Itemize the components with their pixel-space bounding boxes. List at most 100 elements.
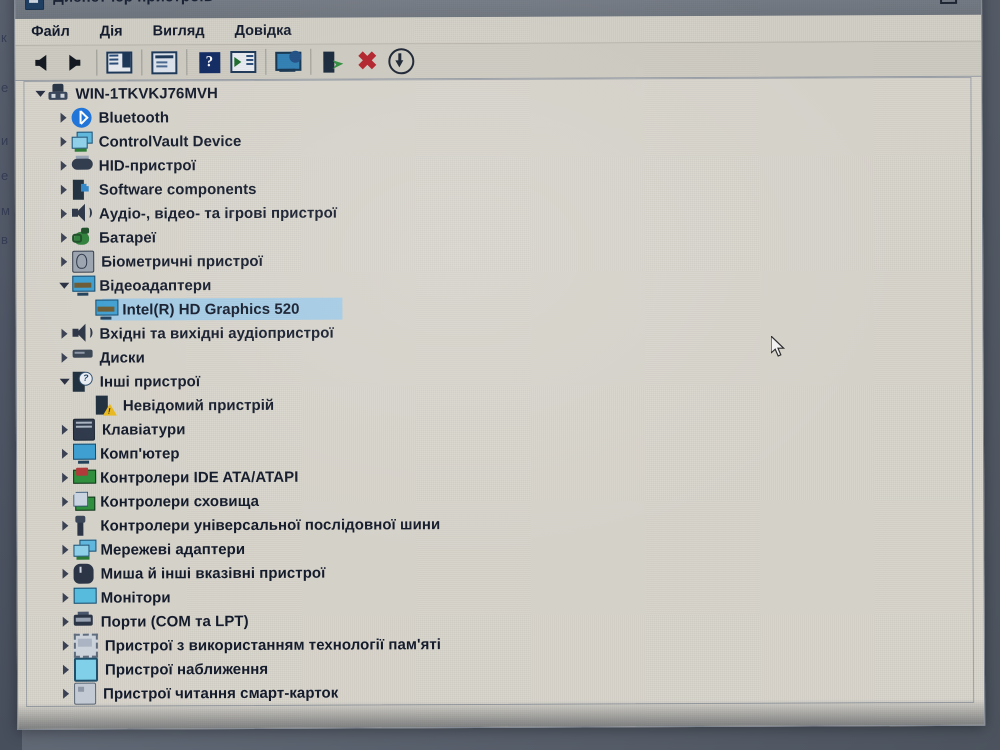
expand-arrow-icon[interactable] [56, 322, 72, 346]
expand-arrow-icon[interactable] [58, 610, 74, 634]
tree-item-label: Bluetooth [98, 108, 170, 127]
expand-arrow-icon[interactable] [56, 226, 72, 250]
toolbar: ? ✖ [15, 41, 982, 81]
warning-device-icon [95, 395, 117, 416]
tree-item-label: Контролери IDE ATA/ATAPI [100, 468, 299, 487]
expand-arrow-icon[interactable] [56, 154, 72, 178]
desktop-edge-letter: и [1, 133, 9, 148]
tree-item-label: Комп'ютер [100, 444, 180, 463]
expand-arrow-icon[interactable] [57, 346, 73, 370]
tree-item[interactable]: Пристрої читання смарт-карток [27, 678, 973, 706]
memory-technology-icon [73, 633, 98, 658]
tree-item-label: Вхідні та вихідні аудіопристрої [99, 324, 334, 343]
window-title: Диспетчер пристроїв [53, 0, 213, 5]
forward-button[interactable] [57, 48, 91, 78]
expand-arrow-icon[interactable] [57, 538, 73, 562]
expand-arrow-icon[interactable] [56, 130, 72, 154]
scan-monitor-icon [275, 50, 302, 72]
desktop-edge-letter: к [1, 30, 7, 45]
maximize-button[interactable] [921, 0, 975, 15]
desktop-edge-letter: е [1, 168, 9, 183]
tree-item-label: WIN-1TKVKJ76MVH [75, 84, 218, 103]
port-icon [73, 611, 94, 632]
expand-arrow-icon[interactable] [58, 658, 74, 682]
help-button[interactable]: ? [192, 47, 226, 77]
collapse-arrow-icon[interactable] [32, 82, 48, 106]
show-hide-console-tree-button[interactable] [102, 47, 136, 77]
expand-arrow-icon[interactable] [57, 442, 73, 466]
speaker-icon [71, 203, 93, 224]
mouse-icon [73, 563, 94, 584]
collapse-arrow-icon[interactable] [56, 274, 72, 298]
tree-item-label: HID-пристрої [98, 156, 196, 175]
collapse-arrow-icon[interactable] [57, 370, 73, 394]
back-arrow-icon [34, 54, 46, 71]
expand-arrow-icon[interactable] [57, 490, 73, 514]
properties-button[interactable] [147, 47, 181, 77]
tree-item-label: Миша й інші вказівні пристрої [100, 564, 326, 583]
monitor-icon [73, 587, 97, 608]
expand-arrow-icon[interactable] [56, 202, 72, 226]
computer-monitor-icon [72, 443, 97, 464]
bluetooth-icon [71, 107, 92, 128]
usb-icon [73, 515, 93, 536]
console-tree-icon [106, 51, 133, 74]
tree-item-label: Мережеві адаптери [100, 540, 246, 559]
expand-arrow-icon[interactable] [57, 514, 73, 538]
menu-help[interactable]: Довідка [235, 23, 292, 39]
tree-item-label: Пристрої наближення [104, 660, 269, 679]
update-driver-button[interactable] [226, 47, 260, 77]
menu-view[interactable]: Вигляд [153, 23, 205, 39]
expand-arrow-icon[interactable] [56, 106, 72, 130]
expand-arrow-icon[interactable] [57, 418, 73, 442]
tree-item-label: Контролери сховища [100, 492, 259, 511]
menu-bar: Файл Дія Вигляд Довідка [15, 14, 982, 46]
play-window-icon [230, 50, 257, 74]
tree-item-label: Порти (COM та LPT) [100, 612, 249, 631]
expand-arrow-icon[interactable] [58, 634, 74, 658]
display-adapter-icon [95, 299, 119, 320]
expand-arrow-icon[interactable] [58, 682, 74, 706]
tree-item-label: Аудіо-, відео- та ігрові пристрої [98, 204, 338, 223]
toolbar-separator [186, 49, 188, 76]
proximity-device-icon [73, 657, 99, 682]
question-mark-icon: ? [198, 51, 220, 73]
device-tree[interactable]: WIN-1TKVKJ76MVH Bluetooth ControlVault Dev… [23, 76, 975, 707]
expand-arrow-icon[interactable] [58, 562, 74, 586]
tree-item-label: Біометричні пристрої [101, 252, 263, 271]
tree-item-label: Батареї [99, 228, 157, 247]
tree-item-label: Клавіатури [101, 420, 186, 439]
forward-arrow-icon [68, 54, 80, 71]
menu-action[interactable]: Дія [100, 24, 123, 40]
storage-controller-icon [73, 492, 96, 512]
tree-item-label: Пристрої читання смарт-карток [103, 684, 339, 703]
speaker-icon [72, 323, 93, 344]
enable-device-button[interactable] [384, 46, 418, 76]
tree-item-label: Монітори [100, 588, 171, 607]
display-adapter-icon [72, 275, 96, 296]
toolbar-separator [141, 49, 143, 76]
window-controls [867, 0, 975, 15]
menu-file[interactable]: Файл [31, 24, 70, 40]
expand-arrow-icon[interactable] [56, 178, 72, 202]
expand-arrow-icon[interactable] [58, 586, 74, 610]
minimize-button[interactable] [867, 0, 921, 15]
disable-device-button[interactable]: ✖ [350, 46, 384, 76]
ide-controller-icon [73, 467, 97, 488]
back-button[interactable] [23, 48, 57, 78]
red-x-icon: ✖ [356, 46, 378, 76]
tree-item-label: Пристрої з використанням технології пам'… [104, 635, 442, 655]
expand-arrow-icon[interactable] [56, 250, 72, 274]
smart-card-reader-icon [74, 682, 97, 705]
desktop-edge-letter: е [1, 80, 9, 95]
expand-arrow-icon[interactable] [57, 466, 73, 490]
scan-for-hardware-changes-button[interactable] [271, 47, 305, 77]
unknown-device-icon: ? [72, 371, 93, 392]
computer-icon [48, 83, 68, 104]
software-component-icon [72, 179, 92, 200]
tree-item-label: Невідомий пристрій [122, 396, 275, 415]
tree-item-label: Контролери універсальної послідовної шин… [100, 515, 441, 535]
toolbar-separator [96, 49, 98, 76]
tree-item-label: Диски [99, 348, 145, 367]
uninstall-device-button[interactable] [316, 47, 350, 77]
